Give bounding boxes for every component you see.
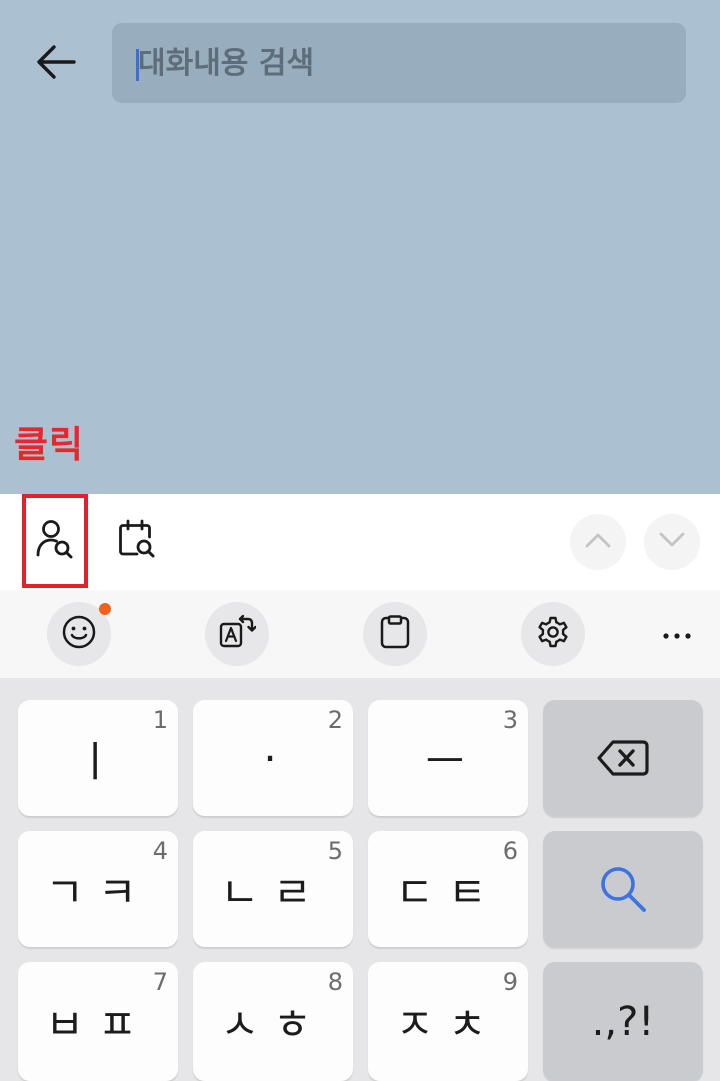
key-label: ㄷㅌ bbox=[395, 867, 501, 917]
search-filter-bar bbox=[0, 494, 720, 590]
key-label: · bbox=[263, 733, 283, 783]
date-search-button[interactable] bbox=[104, 508, 170, 574]
translate-icon bbox=[218, 613, 257, 655]
key-8[interactable]: 8 ㅅㅎ bbox=[193, 962, 353, 1081]
emoji-icon bbox=[61, 614, 97, 654]
settings-icon bbox=[535, 614, 571, 654]
member-search-icon bbox=[35, 518, 75, 564]
chat-area: 클릭 bbox=[0, 0, 720, 494]
next-result-button[interactable] bbox=[644, 514, 700, 570]
key-label: .,?! bbox=[591, 998, 655, 1045]
back-button[interactable] bbox=[30, 40, 82, 88]
keyboard-toolbar bbox=[0, 590, 720, 678]
keyboard-settings-button[interactable] bbox=[521, 602, 585, 666]
search-icon bbox=[543, 831, 703, 947]
more-options-button[interactable] bbox=[652, 616, 702, 652]
key-4[interactable]: 4 ㄱㅋ bbox=[18, 831, 178, 947]
backspace-icon bbox=[543, 700, 703, 816]
chevron-down-icon bbox=[658, 531, 686, 553]
backspace-key[interactable] bbox=[543, 700, 703, 816]
key-label: ㅡ bbox=[425, 736, 471, 786]
key-label: ㄱㅋ bbox=[45, 867, 151, 917]
search-key[interactable] bbox=[543, 831, 703, 947]
notification-dot bbox=[99, 603, 111, 615]
key-label: ㅈㅊ bbox=[395, 1000, 501, 1049]
previous-result-button[interactable] bbox=[570, 514, 626, 570]
date-search-icon bbox=[117, 518, 157, 564]
key-2[interactable]: 2 · bbox=[193, 700, 353, 816]
key-6[interactable]: 6 ㄷㅌ bbox=[368, 831, 528, 947]
key-7[interactable]: 7 ㅂㅍ bbox=[18, 962, 178, 1081]
punctuation-key[interactable]: .,?! bbox=[543, 962, 703, 1081]
key-label: ㅂㅍ bbox=[45, 1000, 151, 1049]
translate-button[interactable] bbox=[205, 602, 269, 666]
clipboard-icon bbox=[379, 614, 411, 654]
key-3[interactable]: 3 ㅡ bbox=[368, 700, 528, 816]
more-icon bbox=[662, 625, 692, 644]
clipboard-button[interactable] bbox=[363, 602, 427, 666]
arrow-left-icon bbox=[34, 42, 78, 86]
search-box[interactable] bbox=[112, 23, 686, 103]
key-label: ㄴㄹ bbox=[220, 867, 326, 917]
chevron-up-icon bbox=[584, 531, 612, 553]
emoji-button[interactable] bbox=[47, 602, 111, 666]
member-search-button[interactable] bbox=[22, 494, 88, 588]
key-label: ㅣ bbox=[75, 736, 121, 786]
key-1[interactable]: 1 ㅣ bbox=[18, 700, 178, 816]
click-annotation: 클릭 bbox=[14, 423, 85, 466]
key-9[interactable]: 9 ㅈㅊ bbox=[368, 962, 528, 1081]
search-input[interactable] bbox=[138, 23, 668, 103]
keyboard: 1 ㅣ 2 · 3 ㅡ 4 ㄱㅋ 5 ㄴㄹ 6 ㄷㅌ 7 ㅂㅍ 8 ㅅㅎ 9 ㅈ… bbox=[0, 678, 720, 1081]
key-label: ㅅㅎ bbox=[220, 1000, 326, 1049]
key-5[interactable]: 5 ㄴㄹ bbox=[193, 831, 353, 947]
